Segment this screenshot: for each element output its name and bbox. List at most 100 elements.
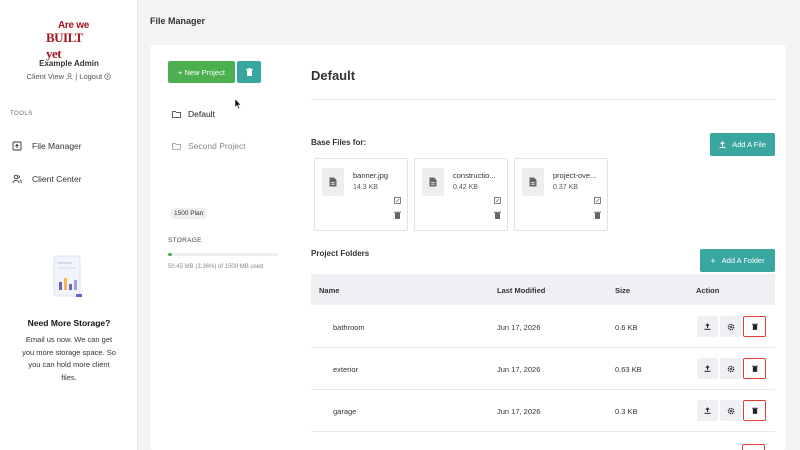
folder-size: 0.3 KB [615, 407, 638, 416]
logout-icon [104, 73, 111, 80]
sidebar-item-client-center[interactable]: Client Center [12, 174, 82, 184]
file-card[interactable]: project-ove... 0.37 KB [514, 158, 608, 231]
column-header-action: Action [696, 286, 720, 295]
file-card[interactable]: constructio... 0.42 KB [414, 158, 508, 231]
storage-progress-bar [168, 253, 278, 256]
base-files-label: Base Files for: [311, 138, 367, 147]
settings-button[interactable] [720, 316, 741, 337]
project-item-default[interactable]: Default [172, 109, 215, 119]
file-name: banner.jpg [353, 171, 389, 180]
add-folder-label: Add A Folder [721, 256, 765, 265]
file-icon [322, 168, 344, 196]
upload-button[interactable] [697, 400, 718, 421]
file-size: 0.42 KB [453, 184, 478, 191]
divider [311, 99, 775, 100]
delete-folder-button[interactable] [743, 358, 766, 379]
table-row[interactable]: bathroom Jun 17, 2026 0.6 KB [311, 306, 775, 348]
column-header-size[interactable]: Size [615, 286, 630, 295]
trash-icon[interactable] [394, 211, 401, 219]
folder-name[interactable]: garage [333, 407, 356, 416]
mouse-cursor-icon [234, 98, 242, 110]
upload-icon [704, 407, 711, 414]
trash-icon [751, 407, 758, 414]
settings-button[interactable] [720, 358, 741, 379]
column-header-last-modified[interactable]: Last Modified [497, 286, 545, 295]
delete-folder-button[interactable] [743, 400, 766, 421]
promo-title: Need More Storage? [27, 318, 111, 328]
file-icon [522, 168, 544, 196]
file-size: 14.3 KB [353, 184, 378, 191]
project-item-label: Default [188, 109, 215, 119]
delete-folder-button[interactable] [742, 444, 765, 450]
delete-project-button[interactable] [237, 61, 261, 83]
folder-title: Default [311, 68, 356, 83]
sidebar-item-file-manager[interactable]: File Manager [12, 141, 82, 151]
project-item-label: Second Project [188, 141, 246, 151]
upload-button[interactable] [697, 358, 718, 379]
plan-badge: 1500 Plan [170, 208, 208, 219]
logout-link[interactable]: Logout [79, 72, 102, 81]
sidebar-item-label: Client Center [32, 174, 82, 184]
edit-icon[interactable] [494, 197, 501, 204]
upload-icon [704, 365, 711, 372]
add-file-label: Add A File [732, 140, 766, 149]
folder-modified: Jun 17, 2026 [497, 323, 541, 332]
trash-icon [751, 323, 758, 330]
trash-icon [245, 68, 253, 76]
gear-icon [727, 365, 734, 372]
file-upload-icon [12, 141, 22, 151]
folder-size: 0.6 KB [615, 323, 638, 332]
new-project-button[interactable]: + New Project [168, 61, 235, 83]
folder-name[interactable]: exterior [333, 365, 358, 374]
sidebar-item-label: File Manager [32, 141, 82, 151]
page-header: File Manager [138, 0, 800, 44]
project-folders-label: Project Folders [311, 249, 370, 258]
table-row[interactable]: exterior Jun 17, 2026 0.63 KB [311, 348, 775, 390]
file-card[interactable]: banner.jpg 14.3 KB [314, 158, 408, 231]
column-header-name[interactable]: Name [319, 286, 339, 295]
settings-button[interactable] [720, 400, 741, 421]
delete-folder-button[interactable] [743, 316, 766, 337]
storage-progress-fill [168, 253, 172, 256]
trash-icon[interactable] [494, 211, 501, 219]
tools-section-label: TOOLS [10, 111, 33, 117]
file-icon [422, 168, 444, 196]
user-links: Client View | Logout [0, 72, 138, 81]
table-header: Name Last Modified Size Action [311, 274, 775, 305]
file-name: constructio... [453, 171, 496, 180]
users-icon [12, 174, 22, 184]
user-name: Example Admin [39, 59, 99, 68]
folder-size: 0.63 KB [615, 365, 642, 374]
folder-modified: Jun 17, 2026 [497, 365, 541, 374]
storage-usage-text: 50.45 MB (3.36%) of 1500 MB used [168, 264, 264, 270]
folder-icon [172, 111, 181, 118]
table-row[interactable]: garage Jun 17, 2026 0.3 KB [311, 390, 775, 432]
page-title: File Manager [150, 16, 206, 26]
gear-icon [727, 407, 734, 414]
brand-logo[interactable]: Are we BUILT yet [44, 20, 94, 61]
file-name: project-ove... [553, 171, 597, 180]
logo-line-2: BUILT yet [46, 30, 83, 61]
edit-icon[interactable] [594, 197, 601, 204]
gear-icon [727, 323, 734, 330]
storage-illustration [53, 255, 82, 297]
promo-text: Email us now. We can get you more storag… [22, 335, 116, 382]
add-folder-button[interactable]: + Add A Folder [700, 249, 775, 272]
trash-icon [751, 365, 758, 372]
edit-icon[interactable] [394, 197, 401, 204]
file-size: 0.37 KB [553, 184, 578, 191]
sidebar: Are we BUILT yet Example Admin Client Vi… [0, 0, 138, 450]
plus-icon: + [710, 255, 716, 266]
folder-modified: Jun 17, 2026 [497, 407, 541, 416]
add-file-button[interactable]: Add A File [710, 133, 775, 156]
trash-icon[interactable] [594, 211, 601, 219]
client-view-link[interactable]: Client View [27, 72, 64, 81]
storage-label: STORAGE [168, 237, 202, 244]
folder-name[interactable]: bathroom [333, 323, 365, 332]
folder-icon [172, 143, 181, 150]
upload-icon [704, 323, 711, 330]
project-item-second-project[interactable]: Second Project [172, 141, 246, 151]
upload-button[interactable] [697, 316, 718, 337]
upload-icon [719, 141, 726, 148]
user-icon [66, 73, 73, 80]
